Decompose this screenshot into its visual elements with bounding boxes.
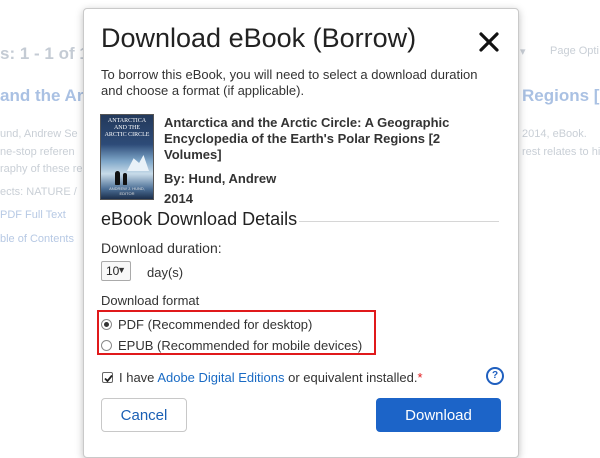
result-meta-right: 2014, eBook. — [522, 128, 587, 140]
ade-installed-checkbox[interactable] — [102, 372, 113, 383]
section-divider — [299, 221, 499, 222]
format-radio-pdf[interactable] — [101, 319, 112, 330]
result-title-left[interactable]: and the Arc — [0, 86, 93, 106]
table-of-contents-link[interactable]: ble of Contents — [0, 233, 74, 245]
checkmark-icon — [104, 374, 113, 383]
book-author: By: Hund, Andrew — [164, 171, 277, 186]
download-button[interactable]: Download — [376, 398, 501, 432]
book-cover-author: ANDREW J. HUND, EDITOR — [109, 186, 145, 196]
result-title-right[interactable]: Regions [2 — [522, 86, 600, 106]
duration-label: Download duration: — [101, 240, 222, 256]
close-icon[interactable] — [478, 31, 500, 53]
help-icon[interactable]: ? — [486, 367, 504, 385]
cover-penguin — [123, 173, 127, 185]
format-label-epub[interactable]: EPUB (Recommended for mobile devices) — [118, 338, 362, 353]
dialog-title: Download eBook (Borrow) — [101, 23, 417, 53]
format-label: Download format — [101, 293, 200, 308]
download-ebook-dialog: Download eBook (Borrow) To borrow this e… — [83, 8, 519, 458]
page-options-link[interactable]: Page Opti — [550, 45, 599, 57]
ade-installed-label: I have Adobe Digital Editions or equival… — [119, 370, 423, 385]
book-cover-title: ANTARCTICA AND THE ARCTIC CIRCLE — [104, 118, 150, 138]
result-desc-left: ne-stop referen — [0, 146, 75, 158]
chevron-down-icon: ▼ — [117, 265, 126, 275]
pdf-full-text-link[interactable]: PDF Full Text — [0, 209, 66, 221]
cover-penguin — [115, 171, 120, 185]
book-cover-image: ANTARCTICA AND THE ARCTIC CIRCLE ANDREW … — [101, 115, 153, 199]
result-desc2-left: raphy of these re — [0, 163, 83, 175]
agreement-prefix: I have — [119, 370, 158, 385]
adobe-digital-editions-link[interactable]: Adobe Digital Editions — [157, 370, 284, 385]
result-subjects: ects: NATURE / — [0, 186, 77, 198]
format-radio-epub[interactable] — [101, 340, 112, 351]
duration-select[interactable]: 10 ▼ — [101, 261, 131, 281]
agreement-suffix: or equivalent installed. — [284, 370, 418, 385]
book-year: 2014 — [164, 191, 193, 206]
book-title: Antarctica and the Arctic Circle: A Geog… — [164, 115, 450, 162]
dialog-intro: To borrow this eBook, you will need to s… — [101, 67, 478, 98]
cancel-button[interactable]: Cancel — [101, 398, 187, 432]
cover-iceberg — [127, 155, 149, 171]
format-label-pdf[interactable]: PDF (Recommended for desktop) — [118, 317, 312, 332]
download-details-heading: eBook Download Details — [101, 209, 298, 229]
duration-unit: day(s) — [147, 265, 184, 280]
result-desc-right: rest relates to his — [522, 146, 600, 158]
sort-caret: ▾ — [520, 46, 526, 58]
results-count: s: 1 - 1 of 1 — [0, 44, 89, 63]
result-meta-left: und, Andrew Se — [0, 128, 78, 140]
required-asterisk: * — [417, 370, 423, 385]
